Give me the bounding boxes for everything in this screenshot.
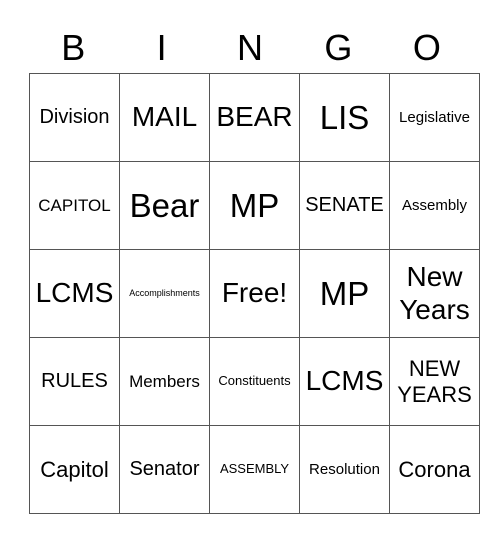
bingo-cell[interactable]: Resolution — [299, 425, 390, 514]
bingo-cell[interactable]: Members — [119, 337, 210, 426]
bingo-cell[interactable]: SENATE — [299, 161, 390, 250]
bingo-cell[interactable]: Division — [29, 73, 120, 162]
bingo-cell[interactable]: MAIL — [119, 73, 210, 162]
bingo-cell[interactable]: RULES — [29, 337, 120, 426]
bingo-cell[interactable]: Capitol — [29, 425, 120, 514]
bingo-cell[interactable]: Corona — [389, 425, 480, 514]
bingo-cell[interactable]: Constituents — [209, 337, 300, 426]
bingo-row: Division MAIL BEAR LIS Legislative — [29, 73, 480, 162]
bingo-row: RULES Members Constituents LCMS NEW YEARS — [29, 337, 480, 426]
bingo-cell[interactable]: Senator — [119, 425, 210, 514]
bingo-cell[interactable]: LIS — [299, 73, 390, 162]
bingo-cell[interactable]: New Years — [389, 249, 480, 338]
bingo-cell[interactable]: MP — [209, 161, 300, 250]
bingo-cell[interactable]: ASSEMBLY — [209, 425, 300, 514]
bingo-card: Division MAIL BEAR LIS Legislative CAPITOL Bea… — [29, 73, 480, 514]
bingo-cell[interactable]: LCMS — [299, 337, 390, 426]
bingo-row: CAPITOL Bear MP SENATE Assembly — [29, 161, 480, 250]
bingo-cell[interactable]: MP — [299, 249, 390, 338]
bingo-header: B I N G O — [29, 26, 471, 70]
header-letter-b: B — [61, 27, 86, 68]
bingo-row: LCMS Accomplishments Free! MP New Years — [29, 249, 480, 338]
header-letter-i: I — [156, 27, 167, 68]
bingo-cell[interactable]: LCMS — [29, 249, 120, 338]
bingo-row: Capitol Senator ASSEMBLY Resolution Corona — [29, 425, 480, 514]
header-letter-o: O — [412, 27, 441, 68]
free-space-cell[interactable]: Free! — [209, 249, 300, 338]
bingo-cell[interactable]: Legislative — [389, 73, 480, 162]
header-letter-n: N — [237, 27, 264, 68]
bingo-cell[interactable]: BEAR — [209, 73, 300, 162]
bingo-cell[interactable]: NEW YEARS — [389, 337, 480, 426]
bingo-cell[interactable]: Bear — [119, 161, 210, 250]
bingo-cell[interactable]: CAPITOL — [29, 161, 120, 250]
bingo-cell[interactable]: Accomplishments — [119, 249, 210, 338]
bingo-cell[interactable]: Assembly — [389, 161, 480, 250]
header-letter-g: G — [324, 27, 353, 68]
